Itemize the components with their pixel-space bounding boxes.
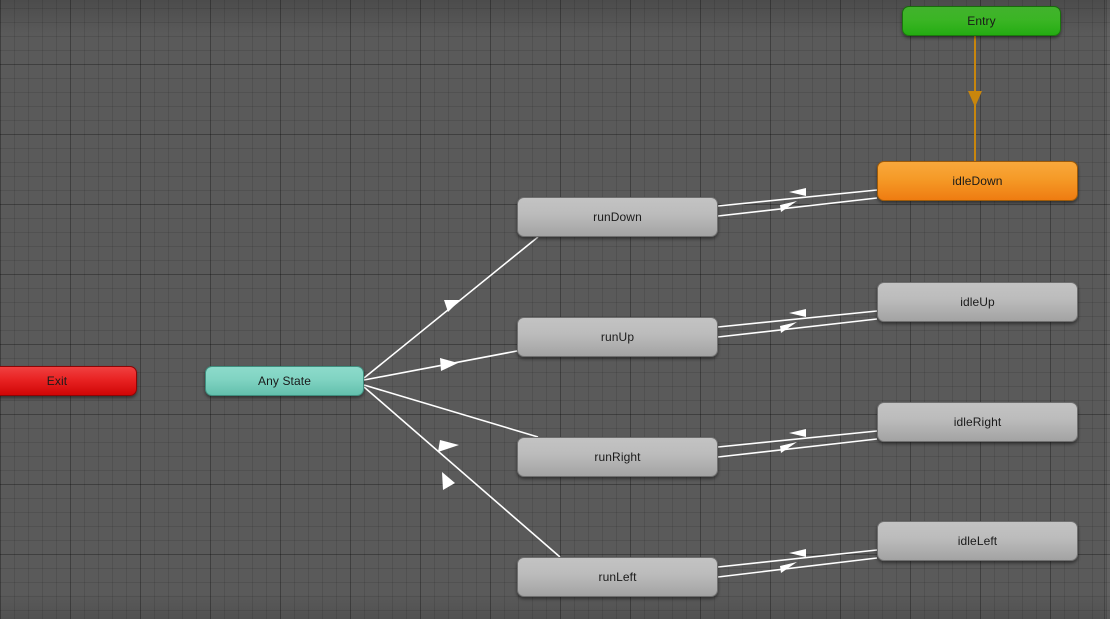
transition-runup-to-idleup[interactable] <box>717 309 878 338</box>
transition-anystate-to-runup[interactable] <box>363 346 539 381</box>
transition-entry-to-idledown[interactable] <box>968 36 982 161</box>
transition-anystate-to-runright[interactable] <box>363 384 539 452</box>
node-exit-label: Exit <box>46 374 68 388</box>
node-runup-label: runUp <box>600 330 635 344</box>
node-idleright-label: idleRight <box>953 415 1002 429</box>
node-idleup[interactable]: idleUp <box>877 282 1078 322</box>
node-idleleft[interactable]: idleLeft <box>877 521 1078 561</box>
transition-runright-to-idleright[interactable] <box>717 429 878 458</box>
node-runup[interactable]: runUp <box>517 317 718 357</box>
node-idleleft-label: idleLeft <box>957 534 998 548</box>
transition-runleft-to-idleleft[interactable] <box>717 549 878 578</box>
node-idledown[interactable]: idleDown <box>877 161 1078 201</box>
node-any-state-label: Any State <box>258 374 311 388</box>
canvas-right-edge-divider <box>1104 0 1105 619</box>
node-any-state[interactable]: Any State <box>205 366 364 396</box>
node-entry[interactable]: Entry <box>902 6 1061 36</box>
node-runright[interactable]: runRight <box>517 437 718 477</box>
node-exit[interactable]: Exit <box>0 366 137 396</box>
node-idleright[interactable]: idleRight <box>877 402 1078 442</box>
transition-rundown-to-idledown[interactable] <box>717 188 878 217</box>
node-idledown-label: idleDown <box>952 174 1003 188</box>
node-runright-label: runRight <box>594 450 641 464</box>
node-entry-label: Entry <box>967 14 996 28</box>
animator-canvas[interactable]: Entry Exit Any State idleDown idleUp idl… <box>0 0 1110 619</box>
node-idleup-label: idleUp <box>960 295 995 309</box>
node-runleft-label: runLeft <box>598 570 637 584</box>
transition-anystate-to-rundown[interactable] <box>363 236 539 379</box>
node-runleft[interactable]: runLeft <box>517 557 718 597</box>
node-rundown[interactable]: runDown <box>517 197 718 237</box>
node-rundown-label: runDown <box>593 210 642 224</box>
